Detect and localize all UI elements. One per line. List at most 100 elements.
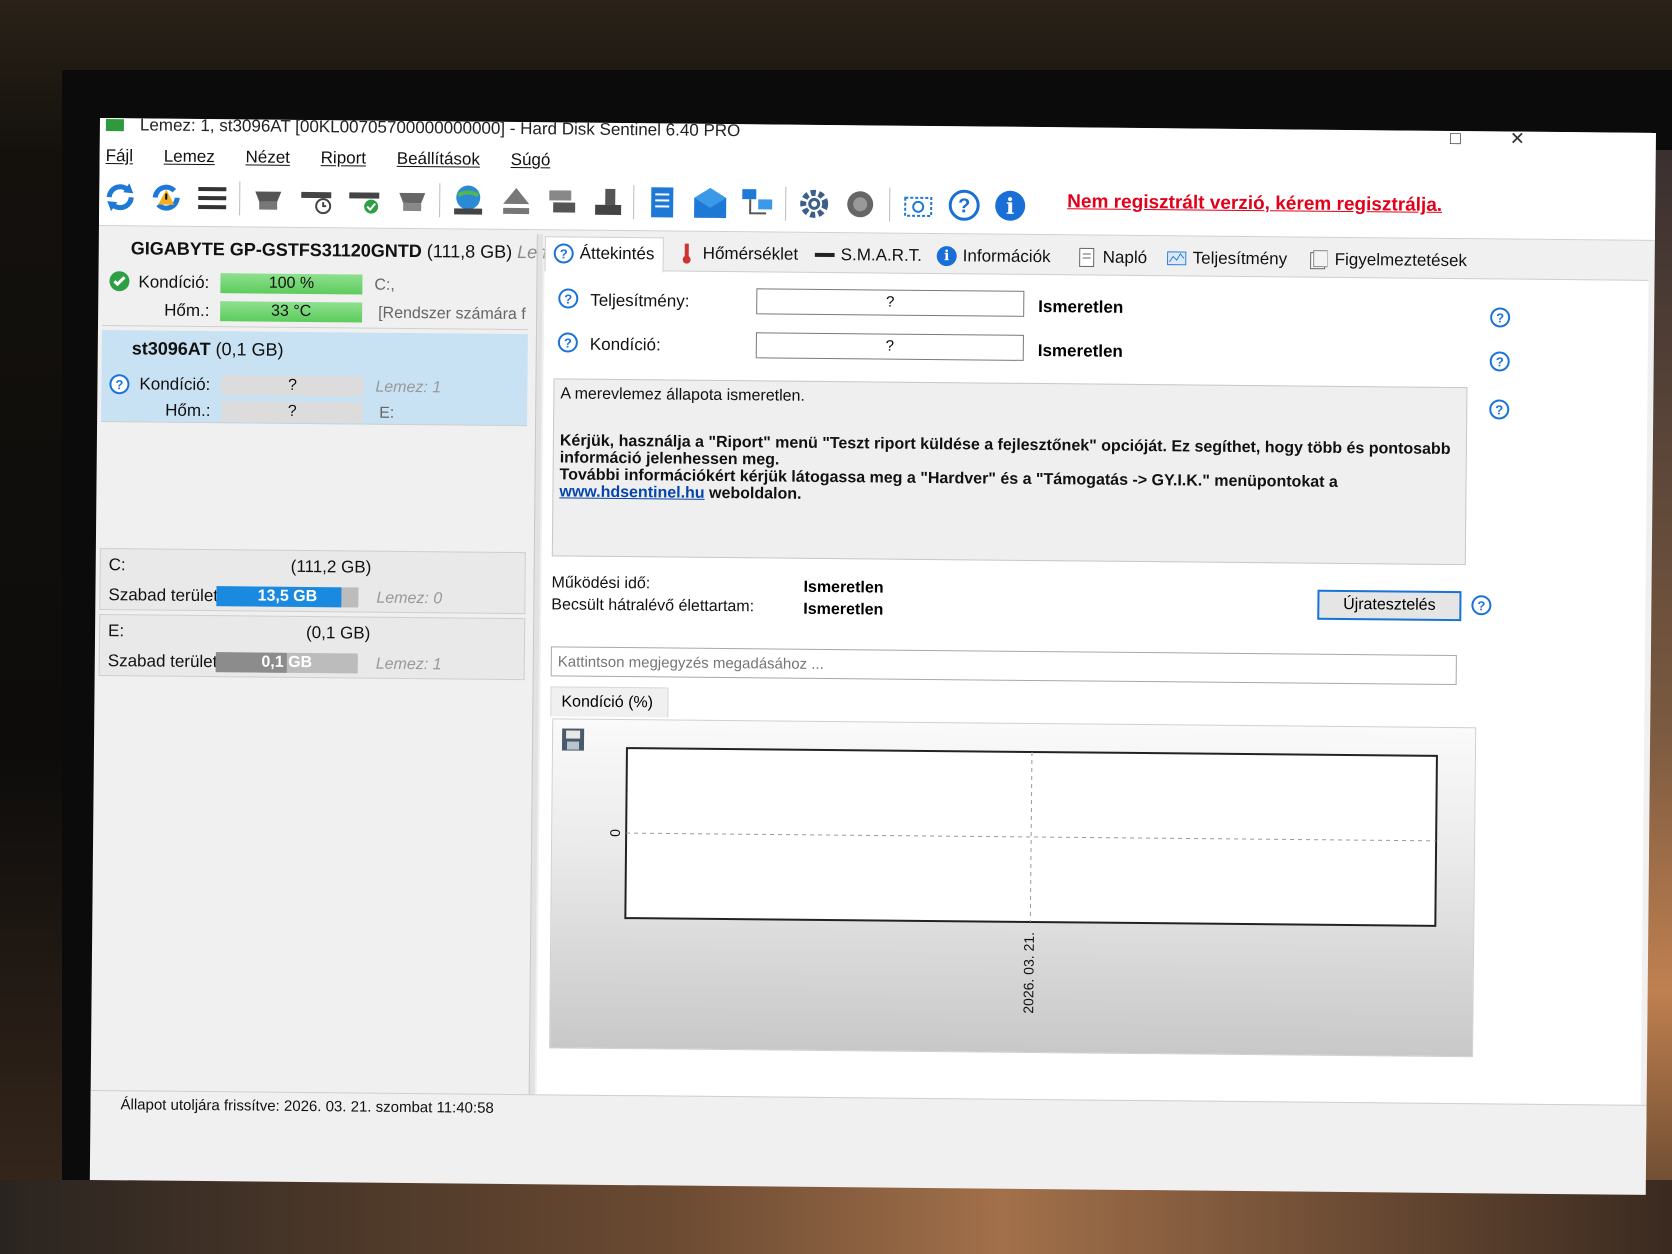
temp-note: [Rendszer számára f [378,304,526,324]
free-space-label: Szabad terület [108,585,219,606]
menu-help[interactable]: Súgó [505,144,563,171]
health-description: A merevlemez állapota ismeretlen. Kérjük… [551,378,1468,566]
eject-icon[interactable] [497,182,535,220]
performance-meter: ? [756,288,1025,317]
help-icon[interactable]: ? [1471,595,1492,616]
settings-icon[interactable] [795,185,833,223]
disk-name: st3096AT [131,338,211,360]
menu-view[interactable]: Nézet [239,141,302,168]
volume-size: (111,2 GB) [290,556,372,577]
lifetime-label: Becsült hátralévő élettartam: [551,596,755,616]
disk-size: (0,1 GB) [215,339,284,360]
network-disk-icon[interactable] [543,182,581,220]
help-icon[interactable]: ? [945,186,983,224]
website-link[interactable]: www.hdsentinel.hu [559,483,704,501]
log-icon [1077,247,1097,268]
help-icon[interactable]: ? [1489,351,1510,372]
uptime-value: Ismeretlen [803,578,884,597]
globe-disk-icon[interactable] [449,181,487,219]
mail-icon[interactable] [691,184,729,222]
health-bar: ? [221,375,364,397]
tab-overview[interactable]: ? Áttekintés [544,236,664,273]
question-icon: ? [553,243,574,264]
svg-text:?: ? [958,195,970,217]
menu-disk[interactable]: Lemez [158,141,227,168]
free-space-value: 13,5 GB [257,587,318,606]
note-input[interactable] [550,646,1457,686]
tab-log[interactable]: Napló [1069,241,1156,276]
close-button[interactable]: ✕ [1510,129,1525,149]
retest-button[interactable]: Újratesztelés [1317,589,1462,622]
question-icon: ? [109,374,130,395]
menu-file[interactable]: Fájl [100,140,146,166]
disk-list-icon[interactable] [193,179,231,217]
tab-smart[interactable]: S.M.A.R.T. [807,239,931,274]
refresh-icon[interactable] [101,178,139,216]
tab-label: Áttekintés [579,243,655,264]
chart-title: Kondíció (%) [550,686,669,718]
menu-report[interactable]: Riport [315,142,379,169]
menu-settings[interactable]: Beállítások [391,143,492,170]
temp-bar: ? [221,401,364,423]
info-icon[interactable]: i [991,187,1029,225]
usb-disk-icon[interactable] [589,183,627,221]
toolbar-separator [239,181,241,216]
health-label: Kondíció: [139,374,211,395]
disk-title: GIGABYTE GP-GSTFS31120GNTD (111,8 GB) Le… [131,238,572,263]
report-icon[interactable] [643,183,681,221]
tab-label: Figyelmeztetések [1334,249,1468,271]
disk-time-icon[interactable] [297,180,335,218]
volume-card-c[interactable]: C: (111,2 GB) Szabad terület 13,5 GB Lem… [99,548,526,615]
disk-icon[interactable] [249,179,287,217]
info-icon: i [936,246,957,267]
network-icon[interactable] [739,184,777,222]
volume-card-e[interactable]: E: (0,1 GB) Szabad terület 0,1 GB Lemez:… [98,614,526,681]
disk-title: st3096AT (0,1 GB) [132,338,284,360]
svg-text:i: i [1006,194,1015,220]
toolbar-separator [439,183,441,218]
status-line: További információkért kérjük látogassa … [559,466,1459,509]
tab-information[interactable]: i Információk [929,240,1059,275]
health-label: Kondíció: [589,334,661,355]
tab-temperature[interactable]: Hőmérséklet [669,237,807,272]
disk-small-icon [814,245,835,265]
screenshot-icon[interactable] [899,186,937,224]
health-note: C:, [374,276,395,294]
disk-card-st3096at[interactable]: st3096AT (0,1 GB) ? Kondíció: ? Lemez: 1… [101,330,528,427]
health-meter: ? [755,332,1024,361]
lifetime-value: Ismeretlen [803,600,884,619]
register-link[interactable]: Nem regisztrált verzió, kérem regisztrál… [1067,191,1442,217]
free-space-label: Szabad terület [107,651,218,672]
health-note: Lemez: 1 [375,378,442,397]
disk-size: (111,8 GB) [426,241,513,262]
volume-letter: C: [108,555,126,575]
disk-list-pane: GIGABYTE GP-GSTFS31120GNTD (111,8 GB) Le… [94,230,571,1085]
disk-remove-icon[interactable] [393,181,431,219]
volume-letter: E: [107,621,125,641]
speaker-icon[interactable] [841,185,879,223]
help-icon[interactable]: ? [1490,307,1511,328]
question-icon: ? [558,288,579,309]
toolbar-separator [889,187,891,222]
volume-size: (0,1 GB) [305,623,371,643]
temp-bar: 33 °C [220,301,363,323]
uptime-label: Működési idő: [551,574,651,593]
help-icon[interactable]: ? [1489,399,1510,420]
disk-card-gigabyte[interactable]: GIGABYTE GP-GSTFS31120GNTD (111,8 GB) Le… [102,230,571,331]
temp-note: E: [379,404,395,422]
tab-label: S.M.A.R.T. [840,245,923,265]
maximize-button[interactable]: □ [1450,128,1461,148]
disk-name: GIGABYTE GP-GSTFS31120GNTD [130,238,422,262]
tab-alerts[interactable]: Figyelmeztetések [1301,244,1476,280]
refresh-warning-icon[interactable] [147,178,185,216]
disk-ok-icon[interactable] [345,180,383,218]
health-value: Ismeretlen [1037,341,1123,361]
toolbar-separator [785,186,787,221]
tab-performance[interactable]: Teljesítmény [1159,242,1296,277]
free-space-value: 0,1 GB [261,653,313,672]
health-bar: 100 % [220,273,363,295]
question-icon: ? [557,332,578,353]
plot-area [624,747,1438,927]
app-window: Lemez: 1, st3096AT [00KL0070570000000000… [89,118,1656,1195]
tab-label: Teljesítmény [1192,248,1288,269]
